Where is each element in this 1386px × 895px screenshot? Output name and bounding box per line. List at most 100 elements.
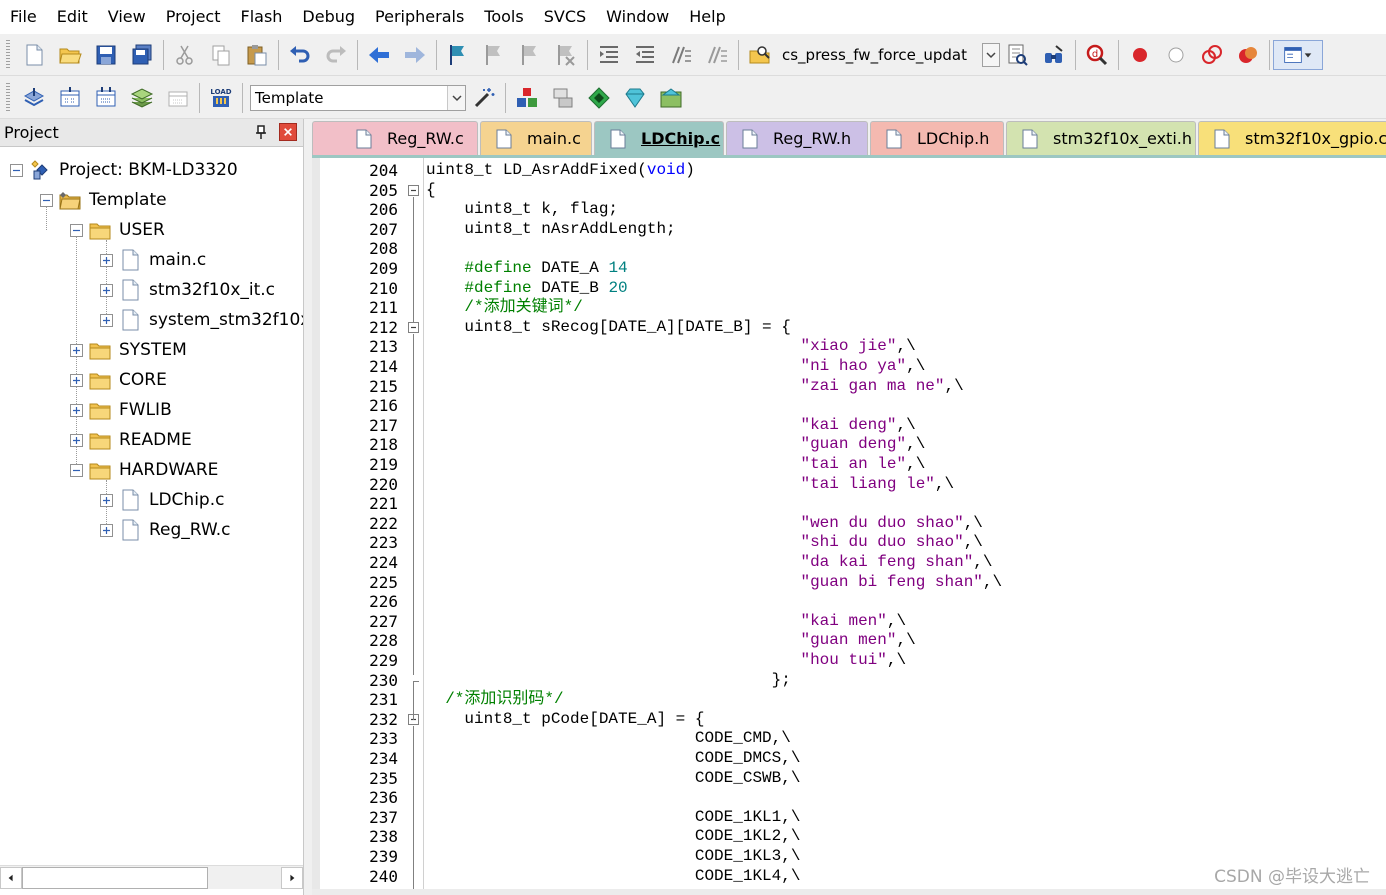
expand-icon[interactable]: [70, 343, 83, 357]
tab-ldchip-h[interactable]: LDChip.h: [870, 121, 1004, 155]
tab-ldchip-c[interactable]: LDChip.c: [594, 121, 724, 155]
indent-button[interactable]: [591, 37, 627, 73]
copy-button[interactable]: [203, 37, 239, 73]
tab-reg-rw-h[interactable]: Reg_RW.h: [726, 121, 868, 155]
select-target-combo[interactable]: Template: [250, 84, 466, 111]
undo-button[interactable]: [282, 37, 318, 73]
editor-hscrollbar[interactable]: [312, 889, 1386, 895]
tree-item-stm32f10x-it-c[interactable]: stm32f10x_it.c: [100, 275, 275, 305]
tree-item-hardware[interactable]: HARDWARE: [70, 455, 218, 485]
comment-button[interactable]: [663, 37, 699, 73]
batch-build-button[interactable]: [124, 80, 160, 116]
find-button[interactable]: [1000, 37, 1036, 73]
tree-item-project-bkm-ld3320[interactable]: Project: BKM-LD3320: [10, 155, 238, 185]
menu-view[interactable]: View: [98, 0, 156, 34]
window-layout-button[interactable]: [1273, 39, 1323, 70]
next-bookmark-button[interactable]: [512, 37, 548, 73]
tree-item-system-stm32f10x[interactable]: system_stm32f10x: [100, 305, 303, 335]
expand-icon[interactable]: [100, 283, 113, 297]
fold-collapse-icon[interactable]: [408, 184, 419, 196]
expand-icon[interactable]: [70, 403, 83, 417]
disable-all-breakpoints-button[interactable]: [1194, 37, 1230, 73]
collapse-icon[interactable]: [40, 193, 53, 207]
expand-icon[interactable]: [70, 373, 83, 387]
open-file-button[interactable]: [52, 37, 88, 73]
tab-reg-rw-c[interactable]: Reg_RW.c: [312, 121, 478, 155]
scroll-right-button[interactable]: [281, 866, 303, 889]
find-in-files-button[interactable]: [742, 37, 778, 73]
target-options-button[interactable]: [466, 80, 502, 116]
save-button[interactable]: [88, 37, 124, 73]
select-target-dropdown[interactable]: [447, 85, 465, 110]
expand-icon[interactable]: [70, 433, 83, 447]
manage-multi-project-button[interactable]: [545, 80, 581, 116]
find-combo-dropdown[interactable]: [982, 42, 1000, 67]
find-combo[interactable]: cs_press_fw_force_updat: [778, 42, 1000, 68]
tab-main-c[interactable]: main.c: [480, 121, 592, 155]
menu-project[interactable]: Project: [156, 0, 231, 34]
stop-build-button[interactable]: [160, 80, 196, 116]
menu-tools[interactable]: Tools: [474, 0, 533, 34]
rebuild-button[interactable]: [88, 80, 124, 116]
translate-button[interactable]: [16, 80, 52, 116]
tree-item-template[interactable]: Template: [40, 185, 167, 215]
build-button[interactable]: [52, 80, 88, 116]
menu-svcs[interactable]: SVCS: [534, 0, 596, 34]
scroll-thumb[interactable]: [22, 866, 208, 889]
menu-edit[interactable]: Edit: [47, 0, 98, 34]
close-panel-button[interactable]: [279, 123, 297, 141]
insert-bookmark-button[interactable]: [440, 37, 476, 73]
tree-item-ldchip-c[interactable]: LDChip.c: [100, 485, 224, 515]
tree-item-fwlib[interactable]: FWLIB: [70, 395, 172, 425]
toolbar-grip[interactable]: [6, 82, 10, 113]
collapse-icon[interactable]: [10, 163, 23, 177]
menu-debug[interactable]: Debug: [292, 0, 365, 34]
previous-bookmark-button[interactable]: [476, 37, 512, 73]
clear-bookmarks-button[interactable]: [548, 37, 584, 73]
menu-file[interactable]: File: [0, 0, 47, 34]
expand-icon[interactable]: [100, 253, 113, 267]
tree-item-readme[interactable]: README: [70, 425, 192, 455]
menu-help[interactable]: Help: [679, 0, 735, 34]
fold-collapse-icon[interactable]: [408, 321, 419, 333]
cut-button[interactable]: [167, 37, 203, 73]
select-software-packs-button[interactable]: [617, 80, 653, 116]
tab-stm32f10x-gpio-c[interactable]: stm32f10x_gpio.c: [1198, 121, 1386, 155]
incremental-find-button[interactable]: [1036, 37, 1072, 73]
manage-project-items-button[interactable]: [509, 80, 545, 116]
kill-all-breakpoints-button[interactable]: [1230, 37, 1266, 73]
navigate-back-button[interactable]: [361, 37, 397, 73]
menu-flash[interactable]: Flash: [230, 0, 292, 34]
menu-window[interactable]: Window: [596, 0, 679, 34]
pin-icon[interactable]: [253, 124, 269, 140]
expand-icon[interactable]: [100, 493, 113, 507]
tree-item-user[interactable]: USER: [70, 215, 165, 245]
navigate-forward-button[interactable]: [397, 37, 433, 73]
tab-stm32f10x-exti-h[interactable]: stm32f10x_exti.h: [1006, 121, 1196, 155]
uncomment-button[interactable]: [699, 37, 735, 73]
start-debug-button[interactable]: d: [1079, 37, 1115, 73]
collapse-icon[interactable]: [70, 223, 83, 237]
new-file-button[interactable]: [16, 37, 52, 73]
enable-breakpoint-button[interactable]: [1158, 37, 1194, 73]
tree-item-main-c[interactable]: main.c: [100, 245, 206, 275]
expand-icon[interactable]: [100, 313, 113, 327]
tree-item-reg-rw-c[interactable]: Reg_RW.c: [100, 515, 231, 545]
tree-item-system[interactable]: SYSTEM: [70, 335, 187, 365]
download-button[interactable]: LOAD: [203, 80, 239, 116]
tree-item-core[interactable]: CORE: [70, 365, 167, 395]
code-editor[interactable]: 204 205 206 207 208 209 210 211 212 213 214 215 216 2…: [312, 155, 1386, 895]
scroll-left-button[interactable]: [0, 866, 22, 889]
paste-button[interactable]: [239, 37, 275, 73]
menu-peripherals[interactable]: Peripherals: [365, 0, 474, 34]
collapse-icon[interactable]: [70, 463, 83, 477]
expand-icon[interactable]: [100, 523, 113, 537]
project-hscrollbar[interactable]: [0, 865, 303, 889]
save-all-button[interactable]: [124, 37, 160, 73]
pack-installer-button[interactable]: [653, 80, 689, 116]
insert-breakpoint-button[interactable]: [1122, 37, 1158, 73]
unindent-button[interactable]: [627, 37, 663, 73]
toolbar-grip[interactable]: [6, 39, 10, 70]
manage-run-time-environment-button[interactable]: [581, 80, 617, 116]
redo-button[interactable]: [318, 37, 354, 73]
